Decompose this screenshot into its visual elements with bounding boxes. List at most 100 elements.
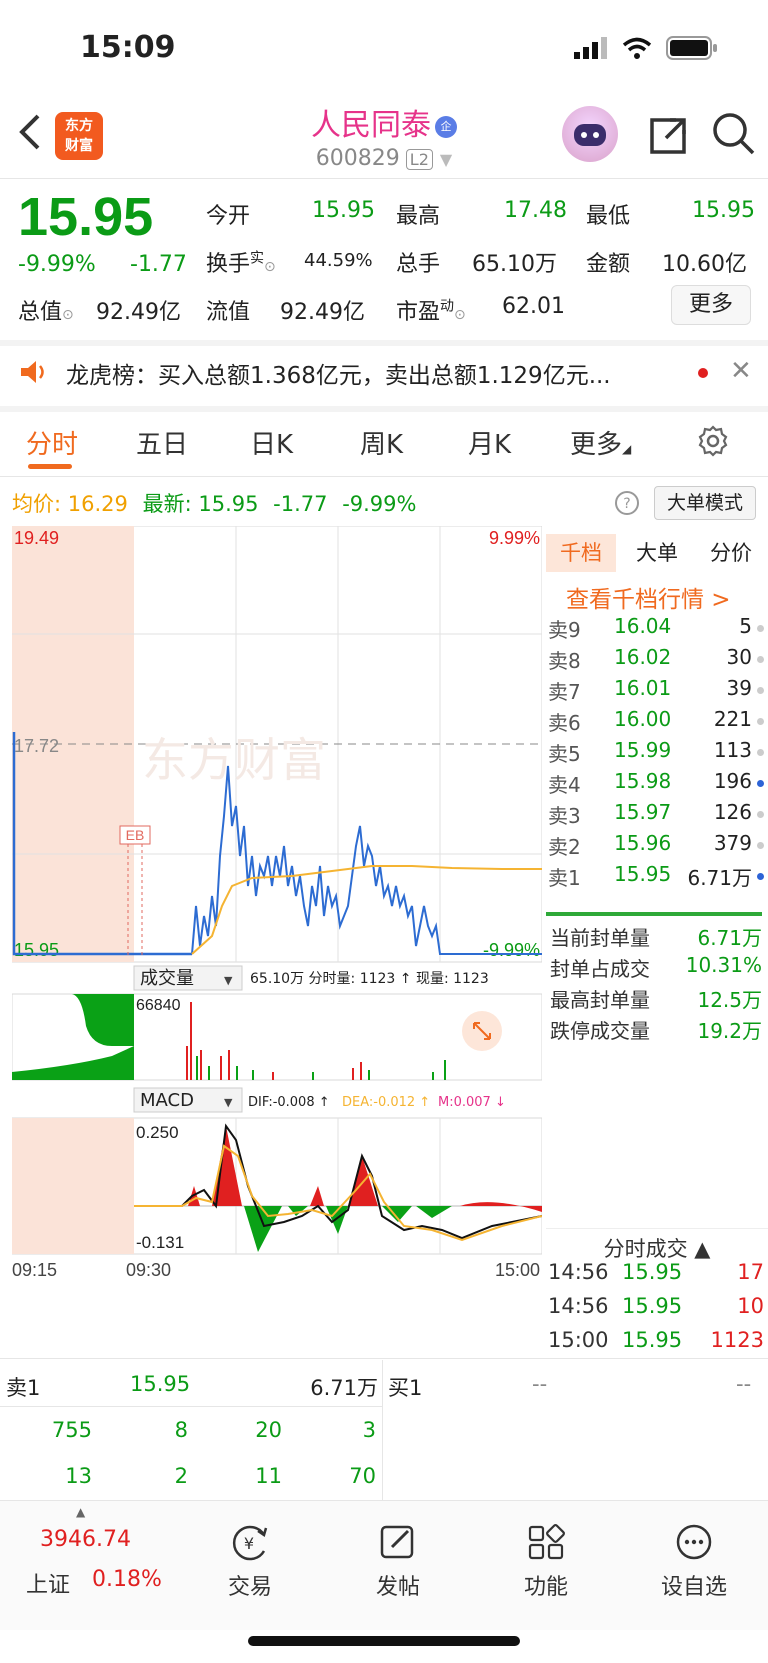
grid-icon — [528, 1524, 565, 1560]
index-value[interactable]: 3946.74 — [40, 1527, 131, 1552]
big-order-mode-button[interactable]: 大单模式 — [654, 486, 756, 520]
ask-indicator-dot — [757, 718, 764, 725]
nav-functions[interactable]: 功能 — [496, 1523, 596, 1601]
ask-row[interactable]: 卖7 16.01 39 — [546, 676, 764, 707]
avg-value: 16.29 — [67, 492, 128, 516]
pe-sup: 动 — [440, 298, 455, 315]
ask-price: 15.99 — [614, 738, 672, 762]
ask-price: 15.96 — [614, 831, 672, 855]
ask-label: 卖3 — [548, 804, 581, 828]
ask-row[interactable]: 卖4 15.98 196 — [546, 769, 764, 800]
ask-volume: 5 — [739, 614, 752, 638]
unread-dot — [698, 368, 708, 378]
index-name[interactable]: 上证 — [26, 1567, 70, 1599]
avg-label: 均价: — [12, 492, 62, 516]
help-icon[interactable]: ? — [614, 490, 640, 520]
tab-daily-k[interactable]: 日K — [250, 424, 293, 461]
seal-value: 6.71万 — [697, 926, 762, 950]
tick-row: 14:56 15.95 17 — [546, 1260, 764, 1294]
nav-post[interactable]: 发帖 — [348, 1523, 448, 1601]
tab-monthly-k[interactable]: 月K — [468, 424, 511, 461]
ask-price: 15.97 — [614, 800, 672, 824]
bq-buy-label: 买1 — [388, 1376, 423, 1400]
more-button[interactable]: 更多 — [671, 285, 751, 325]
tick-price: 15.95 — [622, 1328, 683, 1352]
mktcap-value: 92.49亿 — [96, 300, 181, 325]
ask-row[interactable]: 卖9 16.04 5 — [546, 614, 764, 645]
seal-key: 跌停成交量 — [550, 1019, 650, 1043]
search-icon[interactable] — [712, 112, 756, 160]
chevron-down-icon: ▼ — [224, 1096, 233, 1109]
last-label: 最新: — [142, 492, 192, 516]
ask-volume: 6.71万 — [687, 866, 752, 890]
ticks-header[interactable]: 分时成交 ▲ — [546, 1228, 768, 1263]
bq-trade-cell: 3 — [362, 1418, 376, 1442]
tab-weekly-k[interactable]: 周K — [360, 424, 403, 461]
ask-label: 卖1 — [548, 866, 581, 890]
price-infoline: 均价: 16.29 最新: 15.95 -1.77 -9.99% — [12, 488, 416, 518]
bq-top-divider — [0, 1358, 768, 1359]
float-label: 流值 — [206, 300, 251, 325]
ask-indicator-dot — [757, 842, 764, 849]
tab-depth[interactable]: 千档 — [546, 534, 616, 572]
assistant-avatar[interactable] — [562, 106, 618, 162]
ask-price: 16.02 — [614, 645, 672, 669]
bq-sell-label: 卖1 — [6, 1376, 41, 1400]
ask-row[interactable]: 卖8 16.02 30 — [546, 645, 764, 676]
bq-row-divider — [0, 1406, 382, 1407]
chevron-up-icon: ▲ — [76, 1505, 86, 1519]
low-label: 最低 — [586, 204, 631, 229]
y-mid-label: 17.72 — [14, 736, 59, 756]
level-badge: L2 — [405, 149, 433, 170]
tab-large-order[interactable]: 大单 — [622, 534, 692, 572]
y-top-label: 19.49 — [14, 528, 59, 548]
macd-bot-label: -0.131 — [136, 1233, 184, 1252]
nav-functions-label: 功能 — [523, 1575, 568, 1600]
more-dots-icon — [676, 1524, 712, 1560]
share-icon[interactable] — [648, 114, 690, 160]
ask-row[interactable]: 卖1 15.95 6.71万 — [546, 862, 764, 893]
tab-more[interactable]: 更多◢ — [570, 424, 631, 461]
eb-marker-label: EB — [126, 827, 145, 843]
ask-label: 卖6 — [548, 711, 581, 735]
svg-text:?: ? — [623, 496, 630, 512]
bq-trade-cell: 20 — [255, 1418, 282, 1442]
bq-trade-cell: 755 — [51, 1418, 92, 1442]
macd-dea: DEA:-0.012 ↑ — [342, 1095, 430, 1110]
tab-price-distribution[interactable]: 分价 — [696, 534, 766, 572]
expand-icon[interactable] — [462, 1011, 502, 1051]
watermark: 东方财富 — [142, 733, 326, 787]
tab-5day[interactable]: 五日 — [136, 424, 188, 461]
settings-gear-icon[interactable] — [696, 424, 730, 462]
news-ticker[interactable]: 龙虎榜：买入总额1.368亿元，卖出总额1.129亿元... — [66, 356, 611, 390]
seal-value: 19.2万 — [697, 1019, 762, 1043]
info-icon: ⊙ — [454, 307, 466, 323]
nav-add-watchlist[interactable]: 设自选 — [644, 1523, 744, 1601]
ask-price: 16.04 — [614, 614, 672, 638]
macd-selector-label: MACD — [140, 1090, 194, 1111]
ask-row[interactable]: 卖5 15.99 113 — [546, 738, 764, 769]
tick-volume: 1123 — [710, 1328, 764, 1352]
ask-indicator-dot — [757, 749, 764, 756]
close-icon[interactable]: ✕ — [730, 356, 752, 386]
view-depth-link[interactable]: 查看千档行情 > — [566, 580, 731, 614]
seal-key: 封单占成交 — [550, 957, 650, 981]
last-pct: -9.99% — [342, 492, 417, 516]
ask-label: 卖2 — [548, 835, 581, 859]
float-value: 92.49亿 — [280, 300, 365, 325]
ask-row[interactable]: 卖2 15.96 379 — [546, 831, 764, 862]
tick-row: 14:56 15.95 10 — [546, 1294, 764, 1328]
ask-row[interactable]: 卖3 15.97 126 — [546, 800, 764, 831]
stock-code: 600829 — [315, 146, 400, 171]
active-tab-indicator — [28, 464, 72, 469]
tab-more-label: 更多 — [570, 430, 623, 460]
time-open-label: 09:30 — [126, 1260, 171, 1280]
intraday-chart[interactable]: 东方财富 19.49 17.72 15.95 9.99% -9.99% EB 成… — [12, 526, 542, 1356]
nav-trade[interactable]: ¥ 交易 — [200, 1523, 300, 1601]
tab-intraday[interactable]: 分时 — [26, 424, 78, 461]
ask-indicator-dot — [757, 625, 764, 632]
index-pct[interactable]: 0.18% — [92, 1567, 162, 1592]
mktcap-label-text: 总值 — [18, 300, 63, 325]
pe-value: 62.01 — [502, 294, 565, 319]
ask-row[interactable]: 卖6 16.00 221 — [546, 707, 764, 738]
